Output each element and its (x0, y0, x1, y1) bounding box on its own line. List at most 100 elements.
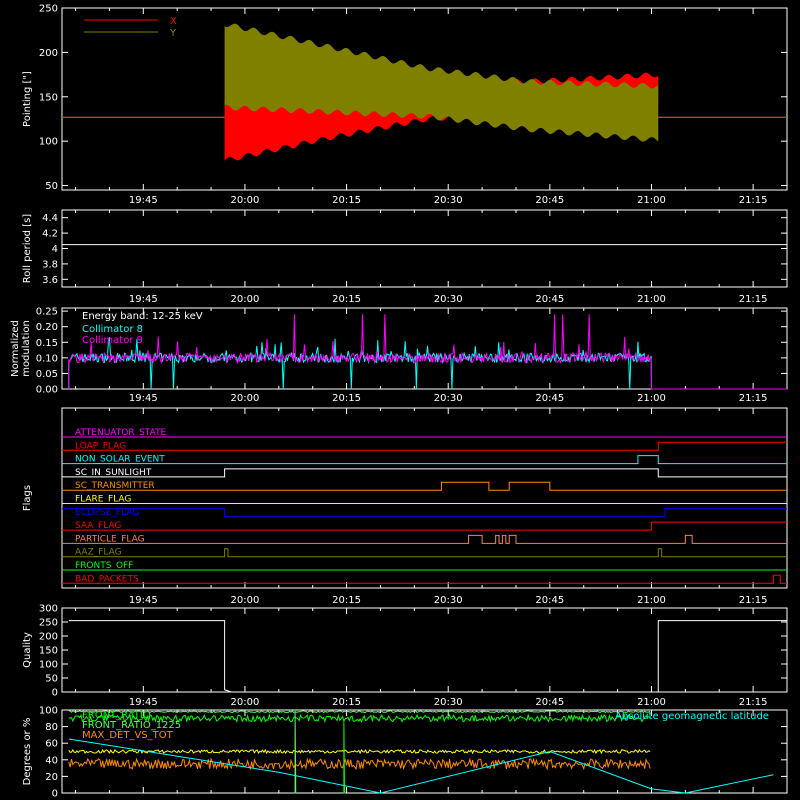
x-tick-label: 21:00 (637, 393, 666, 404)
y-tick-label: 0 (52, 688, 58, 699)
x-tick-label: 19:45 (129, 393, 158, 404)
x-tick-label: 20:45 (535, 294, 564, 305)
flag-trace (62, 508, 787, 518)
y-tick-label: 0.10 (36, 353, 58, 364)
x-tick-label: 21:00 (637, 195, 666, 206)
legend-label: MAX_DET_VS_TOT (82, 730, 174, 741)
x-tick-label: 19:45 (129, 195, 158, 206)
x-tick-label: 20:15 (332, 195, 361, 206)
panel-2: 3.6 3.8 4 4.2 4.4 (42, 209, 788, 288)
x-tick-label: 20:00 (231, 294, 260, 305)
legend-label: X (170, 16, 177, 27)
flag-trace (62, 534, 787, 544)
geomagnetic-label: Absolute geomagnetic latitude (615, 711, 769, 722)
panel-6: 020406080100 FRONT_RATIOFRONT_RATIO_1225M… (39, 706, 788, 800)
series-MAX-DET-VS-TOT (68, 757, 651, 771)
panel-3: 0.00 0.05 0.10 0.15 0.20 0.25 Energy band: 12-… (36, 307, 788, 396)
flag-trace (62, 574, 787, 584)
flag-trace (62, 455, 787, 465)
x-tick-label: 20:30 (434, 195, 463, 206)
x-tick-label: 20:15 (332, 697, 361, 708)
x-tick-label: 19:45 (129, 294, 158, 305)
y-tick-label: 4.2 (42, 229, 58, 240)
y-tick-label: 0.25 (36, 307, 58, 318)
x-tick-label: 20:30 (434, 294, 463, 305)
y-axis-label: modulation (21, 320, 32, 377)
panel-1: 50 100 150 200 250 XY (39, 4, 788, 192)
y-tick-label: 50 (45, 674, 58, 685)
y-axis-label: Quality (22, 632, 33, 668)
quicklook-figure: 50 100 150 200 250 X Y Pointing ["] 19:45 20:00 20… (0, 0, 800, 800)
y-tick-label: 80 (45, 722, 58, 733)
y-tick-label: 250 (39, 4, 58, 15)
y-tick-label: 150 (39, 646, 58, 657)
x-tick-label: 19:45 (129, 697, 158, 708)
y-tick-label: 200 (39, 632, 58, 643)
y-tick-label: 150 (39, 92, 58, 103)
x-tick-label: 21:00 (637, 294, 666, 305)
y-tick-label: 0.05 (36, 369, 58, 380)
y-tick-label: 3.6 (42, 275, 58, 286)
y-tick-label: 4.4 (42, 213, 58, 224)
y-axis-label: Flags (22, 485, 33, 511)
y-axis-label: Roll period [s] (22, 214, 33, 283)
x-tick-label: 21:15 (739, 294, 768, 305)
x-tick-label: 20:45 (535, 697, 564, 708)
x-tick-label: 20:30 (434, 697, 463, 708)
x-tick-label: 21:00 (637, 697, 666, 708)
y-tick-label: 0.00 (36, 385, 58, 396)
panel-frame (61, 209, 788, 288)
panel-frame (61, 407, 788, 589)
y-tick-label: 100 (39, 660, 58, 671)
y-axis-label: Pointing ["] (22, 71, 33, 127)
flag-trace (62, 521, 787, 531)
flag-trace (62, 548, 787, 558)
y-tick-label: 200 (39, 48, 58, 59)
x-tick-label: 20:00 (231, 393, 260, 404)
y-tick-label: 300 (39, 604, 58, 615)
flag-trace (62, 481, 787, 491)
flag-trace (62, 441, 787, 451)
y-tick-label: 250 (39, 618, 58, 629)
y-axis-label: Normalized (10, 320, 21, 377)
x-tick-label: 20:00 (231, 195, 260, 206)
y-tick-label: 4 (52, 244, 58, 255)
y-tick-label: 0.20 (36, 322, 58, 333)
x-tick-label: 20:45 (535, 393, 564, 404)
x-tick-label: 21:00 (637, 595, 666, 606)
flag-trace (62, 468, 787, 478)
x-tick-label: 20:30 (434, 393, 463, 404)
chart-svg: 50100150200250XYPointing ["]19:45 20:00 20… (10, 4, 788, 800)
legend-label: Y (169, 28, 177, 39)
panel-4: ATTENUATOR_STATELOAP_FLAGNON_SOLAR_EVENT… (61, 407, 788, 589)
x-tick-label: 20:00 (231, 697, 260, 708)
x-tick-label: 20:15 (332, 595, 361, 606)
x-tick-label: 20:30 (434, 595, 463, 606)
x-tick-label: 21:15 (739, 195, 768, 206)
quality-trace (68, 620, 787, 693)
x-tick-label: 20:45 (535, 595, 564, 606)
x-tick-label: 21:15 (739, 393, 768, 404)
y-tick-label: 3.8 (42, 259, 58, 270)
y-tick-label: 100 (39, 137, 58, 148)
y-tick-label: 100 (39, 706, 58, 717)
x-tick-label: 21:15 (739, 697, 768, 708)
legend-label: Collimator 8 (82, 324, 143, 335)
x-tick-label: 21:15 (739, 595, 768, 606)
panel-5: 0 50 100 150 200 250 300 (39, 604, 788, 699)
y-tick-label: 60 (45, 739, 58, 750)
x-tick-label: 20:15 (332, 294, 361, 305)
y-tick-label: 40 (45, 755, 58, 766)
x-tick-label: 20:00 (231, 595, 260, 606)
y-tick-label: 50 (45, 181, 58, 192)
y-tick-label: 20 (45, 772, 58, 783)
y-axis-label: Degrees or % (22, 718, 33, 786)
x-tick-label: 20:45 (535, 195, 564, 206)
y-tick-label: 0 (52, 789, 58, 800)
x-tick-label: 20:15 (332, 393, 361, 404)
energy-band-label: Energy band: 12-25 keV (82, 311, 203, 322)
series-Collimator-8 (68, 336, 787, 390)
series-geomagnetic-latitude (68, 738, 774, 794)
y-tick-label: 0.15 (36, 338, 58, 349)
legend-label: Collimator 9 (82, 335, 143, 346)
